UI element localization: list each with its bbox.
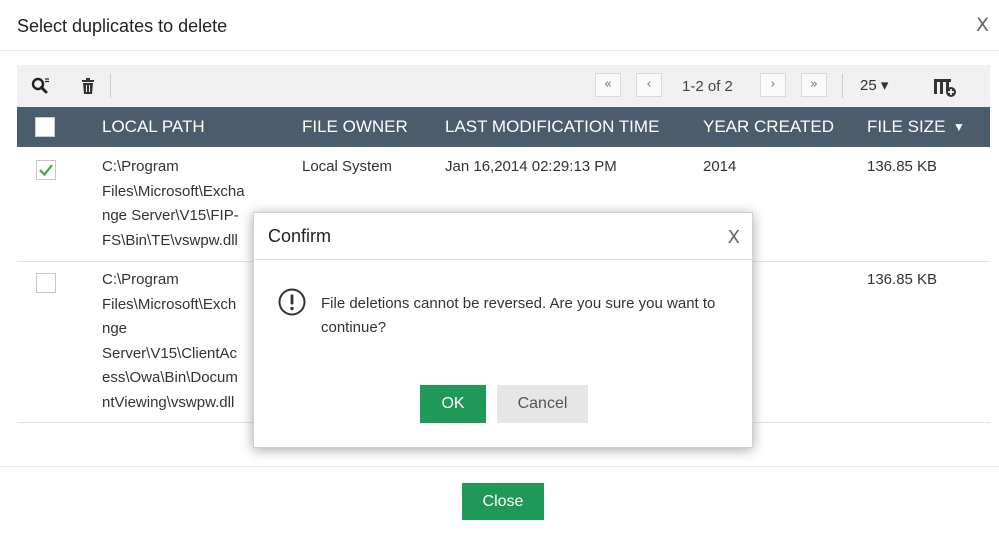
toolbar-divider <box>842 74 843 98</box>
table-toolbar: « ‹ 1-2 of 2 › » 25 ▾ <box>17 65 990 107</box>
toolbar-divider <box>110 74 111 98</box>
pagination-info: 1-2 of 2 <box>682 78 733 95</box>
column-header-local-path[interactable]: LOCAL PATH <box>102 117 205 137</box>
row-checkbox[interactable] <box>36 273 56 293</box>
title-divider <box>0 50 999 51</box>
path-line: nge <box>102 320 128 337</box>
ok-button[interactable]: OK <box>420 385 486 423</box>
path-line: ntViewing\vswpw.dll <box>102 393 235 411</box>
trash-icon[interactable] <box>78 76 98 96</box>
per-page-select[interactable]: 25 ▾ <box>860 76 888 94</box>
cancel-button[interactable]: Cancel <box>497 385 588 423</box>
last-modified-cell: Jan 16,2014 02:29:13 PM <box>445 158 617 175</box>
column-header-year-created[interactable]: YEAR CREATED <box>703 117 834 137</box>
path-line: nge Server\V15\FIP- <box>102 207 239 224</box>
path-line: Server\V15\ClientAc <box>102 344 238 362</box>
search-filter-icon[interactable] <box>30 76 50 96</box>
sort-desc-icon[interactable]: ▼ <box>953 120 965 134</box>
path-line: Files\Microsoft\Exch <box>102 295 237 313</box>
confirm-message: File deletions cannot be reversed. Are y… <box>321 295 716 336</box>
first-page-button[interactable]: « <box>595 73 621 97</box>
next-page-button[interactable]: › <box>760 73 786 97</box>
dialog-title: Select duplicates to delete <box>17 16 228 36</box>
path-line: FS\Bin\TE\vswpw.dll <box>102 231 238 249</box>
path-line: ess\Owa\Bin\Docum <box>102 369 238 386</box>
dialog-close-icon[interactable]: X <box>976 14 989 36</box>
confirm-divider <box>254 259 752 260</box>
table-header: LOCAL PATH FILE OWNER LAST MODIFICATION … <box>17 107 990 147</box>
column-header-last-modification-time[interactable]: LAST MODIFICATION TIME <box>445 117 659 137</box>
footer-divider <box>0 466 999 467</box>
prev-page-button[interactable]: ‹ <box>636 73 662 97</box>
local-path-cell: C:\Program Files\Microsoft\Exch nge Serv… <box>102 268 272 415</box>
column-settings-icon[interactable] <box>933 76 956 97</box>
file-size-cell: 136.85 KB <box>867 271 938 288</box>
file-size-cell: 136.85 KB <box>867 158 938 175</box>
select-all-checkbox[interactable] <box>35 117 55 137</box>
confirm-title: Confirm <box>268 226 332 246</box>
column-header-file-owner[interactable]: FILE OWNER <box>302 117 408 137</box>
confirm-close-icon[interactable]: X <box>728 227 740 248</box>
column-header-file-size[interactable]: FILE SIZE <box>867 117 945 137</box>
path-line: C:\Program <box>102 158 179 175</box>
file-owner-cell: Local System <box>302 158 393 175</box>
confirm-dialog: Confirm X File deletions cannot be rever… <box>253 212 753 448</box>
year-created-cell: 2014 <box>703 158 737 175</box>
row-checkbox[interactable] <box>36 160 56 180</box>
close-button[interactable]: Close <box>462 483 544 520</box>
last-page-button[interactable]: » <box>801 73 827 97</box>
warning-icon <box>278 288 306 316</box>
path-line: Files\Microsoft\Excha <box>102 182 245 200</box>
path-line: C:\Program <box>102 271 179 288</box>
check-icon <box>39 164 53 177</box>
local-path-cell: C:\Program Files\Microsoft\Excha nge Ser… <box>102 155 272 253</box>
